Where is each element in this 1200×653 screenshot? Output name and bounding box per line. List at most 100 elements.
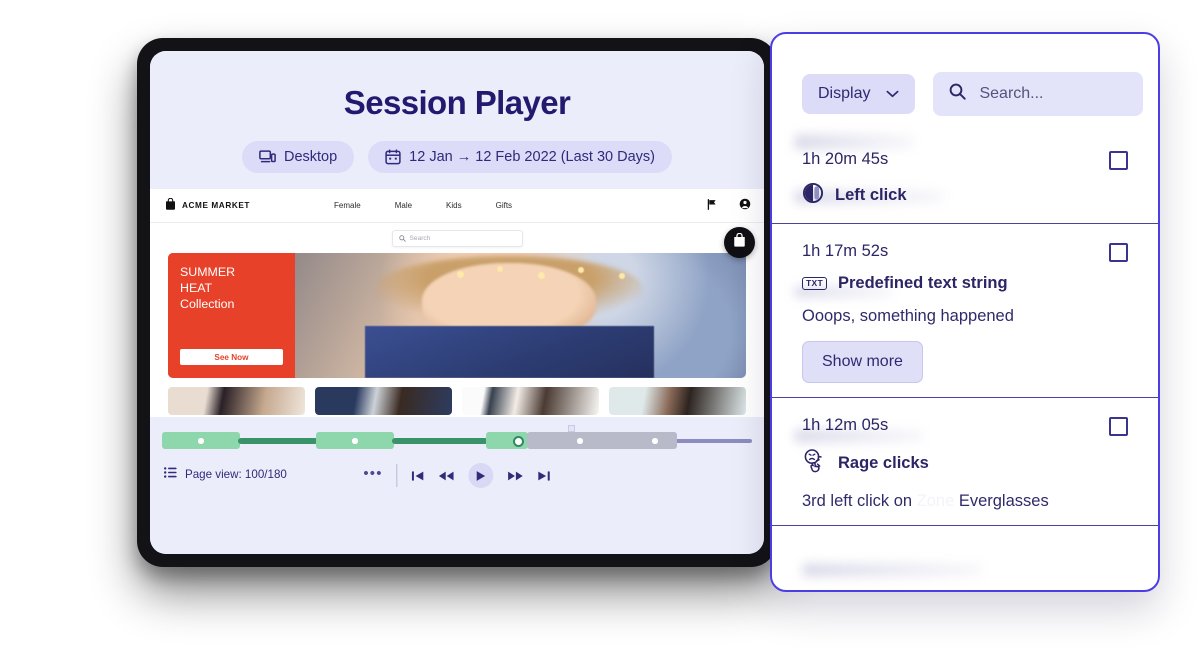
transport-divider bbox=[396, 464, 398, 487]
timeline-event-dot[interactable] bbox=[198, 438, 204, 444]
recorded-website-viewport: ACME MARKET Female Male Kids Gifts Searc… bbox=[150, 189, 764, 417]
site-brand[interactable]: ACME MARKET bbox=[165, 197, 250, 215]
product-thumbnail[interactable] bbox=[168, 387, 305, 415]
search-icon bbox=[949, 83, 967, 105]
session-player-header: Session Player Desktop 12 Jan → 12 Feb 2… bbox=[150, 51, 764, 189]
blurred-background-text bbox=[802, 563, 982, 577]
product-thumbnail[interactable] bbox=[315, 387, 452, 415]
player-controls-bar: Page view: 100/180 ••• bbox=[150, 417, 764, 554]
txt-icon: TXT bbox=[802, 276, 827, 291]
desktop-mobile-icon bbox=[259, 150, 276, 164]
hero-text-band: SUMMER HEAT Collection See Now bbox=[168, 253, 295, 378]
timeline-event-dot[interactable] bbox=[352, 438, 358, 444]
timeline-event-dot[interactable] bbox=[652, 438, 658, 444]
filter-pill-row: Desktop 12 Jan → 12 Feb 2022 (Last 30 Da… bbox=[150, 141, 764, 173]
site-nav-item-female[interactable]: Female bbox=[334, 201, 361, 210]
session-timeline[interactable] bbox=[150, 425, 764, 451]
product-thumbnail[interactable] bbox=[609, 387, 746, 415]
hero-line-3: Collection bbox=[180, 296, 235, 311]
site-nav-item-kids[interactable]: Kids bbox=[446, 201, 462, 210]
site-search-input[interactable]: Search bbox=[391, 229, 523, 247]
event-timestamp: 1h 20m 45s bbox=[802, 150, 889, 168]
date-range-label: 12 Jan → 12 Feb 2022 (Last 30 Days) bbox=[409, 149, 656, 165]
fast-forward-button[interactable] bbox=[508, 470, 524, 482]
show-more-button[interactable]: Show more bbox=[802, 341, 923, 383]
event-detail: Ooops, something happened bbox=[802, 307, 1014, 325]
account-icon[interactable] bbox=[739, 197, 751, 215]
event-timestamp: 1h 17m 52s bbox=[802, 242, 889, 260]
more-options-button[interactable]: ••• bbox=[363, 466, 382, 486]
search-input[interactable]: Search... bbox=[933, 72, 1144, 116]
chevron-down-icon bbox=[886, 85, 899, 103]
event-type-label: Predefined text string bbox=[837, 274, 1008, 292]
device-filter-pill[interactable]: Desktop bbox=[241, 141, 355, 173]
event-checkbox[interactable] bbox=[1109, 417, 1128, 436]
hero-cta-button[interactable]: See Now bbox=[180, 349, 283, 365]
site-search-row: Search bbox=[150, 223, 764, 253]
site-navbar: ACME MARKET Female Male Kids Gifts bbox=[150, 189, 764, 223]
tablet-screen: Session Player Desktop 12 Jan → 12 Feb 2… bbox=[150, 51, 764, 554]
site-nav-icons bbox=[707, 197, 751, 215]
event-detail: 3rd left click on Zone Everglasses bbox=[802, 492, 1128, 511]
site-nav-item-male[interactable]: Male bbox=[395, 201, 412, 210]
shopping-bag-icon bbox=[733, 232, 746, 252]
transport-row: Page view: 100/180 ••• bbox=[150, 461, 764, 495]
date-range-pill[interactable]: 12 Jan → 12 Feb 2022 (Last 30 Days) bbox=[368, 141, 673, 173]
page-view-label: Page view: 100/180 bbox=[185, 467, 287, 481]
search-icon bbox=[398, 229, 406, 247]
rewind-button[interactable] bbox=[439, 470, 455, 482]
timeline-bar bbox=[392, 437, 488, 444]
event-type-label: Rage clicks bbox=[838, 453, 929, 472]
shopping-bag-icon bbox=[165, 197, 176, 215]
event-timestamp: 1h 12m 05s bbox=[802, 416, 889, 434]
skip-start-button[interactable] bbox=[412, 470, 425, 482]
page-title: Session Player bbox=[343, 84, 571, 121]
hero-line-1: SUMMER bbox=[180, 265, 236, 279]
event-list: 1h 20m 45s Left click 1h 17m 52s TXT Pre… bbox=[772, 132, 1158, 526]
product-thumbnail[interactable] bbox=[462, 387, 599, 415]
calendar-icon bbox=[385, 149, 401, 165]
events-panel: Display Search... 1h 20m 45s Left click … bbox=[770, 32, 1160, 592]
site-search-placeholder: Search bbox=[409, 234, 431, 242]
timeline-playhead[interactable] bbox=[513, 435, 524, 447]
screenshot-root: Session Player Desktop 12 Jan → 12 Feb 2… bbox=[0, 0, 1200, 653]
event-detail-prefix: 3rd left click on bbox=[802, 492, 917, 510]
event-type: TXT Predefined text string bbox=[802, 274, 1128, 293]
hero-bokeh-dot bbox=[537, 271, 545, 279]
skip-end-button[interactable] bbox=[538, 470, 551, 482]
device-filter-label: Desktop bbox=[283, 149, 338, 165]
event-item[interactable]: 1h 12m 05s Rage clicks 3rd left click on bbox=[772, 397, 1158, 526]
site-brand-name: ACME MARKET bbox=[182, 201, 251, 210]
flag-icon[interactable] bbox=[707, 197, 717, 215]
site-nav-links: Female Male Kids Gifts bbox=[334, 201, 512, 210]
play-button[interactable] bbox=[468, 463, 494, 488]
floating-cart-button[interactable] bbox=[724, 227, 755, 258]
timeline-marker[interactable] bbox=[568, 425, 575, 432]
hero-banner: SUMMER HEAT Collection See Now bbox=[168, 253, 746, 378]
event-type: Left click bbox=[802, 182, 1128, 209]
search-placeholder: Search... bbox=[979, 85, 1044, 102]
panel-toolbar: Display Search... bbox=[802, 72, 1144, 116]
event-item[interactable]: 1h 20m 45s Left click bbox=[772, 132, 1158, 223]
event-detail-suffix: Everglasses bbox=[954, 492, 1049, 510]
hero-photo-shirt bbox=[364, 325, 654, 378]
display-dropdown[interactable]: Display bbox=[802, 74, 916, 114]
event-type-label: Left click bbox=[835, 186, 907, 204]
rage-click-icon bbox=[802, 448, 827, 478]
timeline-bar bbox=[238, 437, 318, 444]
display-dropdown-label: Display bbox=[818, 85, 871, 102]
event-item[interactable]: 1h 17m 52s TXT Predefined text string Oo… bbox=[772, 223, 1158, 397]
site-nav-item-gifts[interactable]: Gifts bbox=[496, 201, 512, 210]
hero-bokeh-dot bbox=[618, 273, 625, 279]
event-detail-zone: Zone bbox=[916, 492, 955, 510]
page-view-status: Page view: 100/180 bbox=[164, 467, 287, 481]
tablet-device-frame: Session Player Desktop 12 Jan → 12 Feb 2… bbox=[137, 38, 777, 567]
list-icon bbox=[164, 467, 177, 481]
product-thumbnail-row bbox=[168, 387, 746, 415]
event-type: Rage clicks bbox=[802, 448, 1128, 478]
event-checkbox[interactable] bbox=[1109, 151, 1128, 170]
event-checkbox[interactable] bbox=[1109, 243, 1128, 262]
hero-bokeh-dot bbox=[457, 270, 464, 278]
hero-line-2: HEAT bbox=[180, 280, 213, 295]
timeline-event-dot[interactable] bbox=[577, 438, 583, 444]
